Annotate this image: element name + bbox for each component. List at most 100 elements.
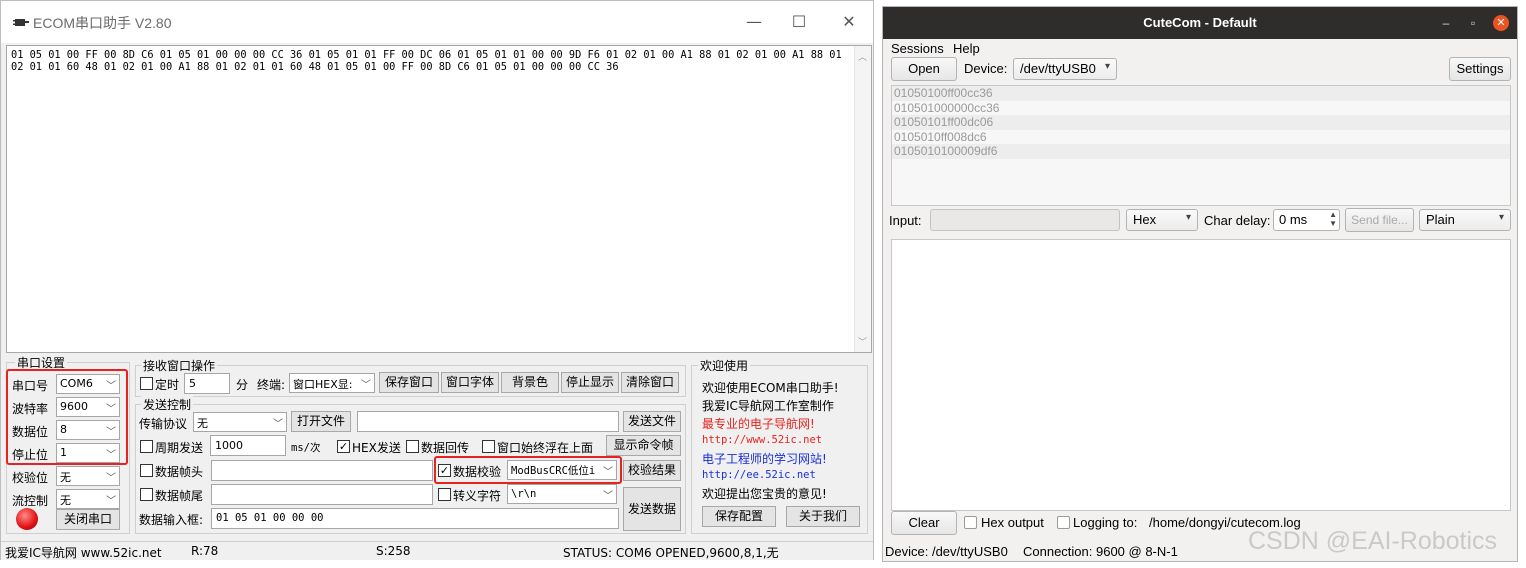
protocol-select[interactable]: 无 ﹀ — [193, 412, 287, 432]
clear-window-button[interactable]: 清除窗口 — [621, 372, 679, 393]
chevron-down-icon: ﹀ — [106, 473, 116, 484]
scroll-down-icon[interactable]: ﹀ — [858, 335, 867, 348]
log-line: 01050100ff00cc36 — [892, 86, 1510, 101]
device-label: Device: — [964, 61, 1008, 76]
status-rx-count: R:78 — [191, 544, 219, 558]
frame-tail-checkbox[interactable] — [140, 488, 153, 501]
save-config-button[interactable]: 保存配置 — [702, 506, 776, 527]
send-data-button[interactable]: 发送数据 — [623, 487, 681, 531]
log-line: 0105010100009df6 — [892, 144, 1510, 159]
frame-tail-input[interactable] — [211, 484, 433, 505]
device-select[interactable]: /dev/ttyUSB0 ▾ — [1013, 58, 1117, 80]
frame-head-checkbox[interactable] — [140, 464, 153, 477]
menu-help[interactable]: Help — [953, 41, 980, 56]
char-delay-label: Char delay: — [1204, 213, 1271, 228]
welcome-title: 欢迎使用 — [698, 357, 751, 374]
receive-scrollbar[interactable]: ︿ ﹀ — [854, 46, 871, 352]
frame-tail-label: 数据帧尾 — [155, 489, 204, 503]
cutecom-window: CuteCom - Default – ▫ ✕ Sessions Help Op… — [882, 6, 1518, 562]
file-path-input[interactable] — [357, 411, 619, 432]
chevron-down-icon: ▾ — [1185, 212, 1191, 223]
cutecom-title: CuteCom - Default — [1143, 15, 1257, 30]
chevron-down-icon: ﹀ — [361, 380, 371, 391]
log-line: 010501000000cc36 — [894, 100, 1000, 115]
open-button[interactable]: Open — [891, 57, 957, 81]
status-device: Device: /dev/ttyUSB0 — [885, 544, 1008, 559]
status-connection: Connection: 9600 @ 8-N-1 — [1023, 544, 1178, 559]
settings-button[interactable]: Settings — [1449, 57, 1511, 81]
port-status-led — [16, 508, 38, 530]
open-file-button[interactable]: 打开文件 — [291, 411, 351, 432]
log-line: 0105010ff008dc6 — [894, 129, 987, 144]
terminal-select[interactable]: 窗口HEX显: ﹀ — [289, 373, 375, 393]
receive-text-area[interactable]: 01 05 01 00 FF 00 8D C6 01 05 01 00 00 0… — [6, 45, 872, 353]
clear-button[interactable]: Clear — [891, 511, 957, 535]
protocol-label: 传输协议 — [139, 417, 188, 431]
window-font-button[interactable]: 窗口字体 — [441, 372, 499, 393]
echo-checkbox[interactable] — [406, 440, 419, 453]
send-file-button[interactable]: 发送文件 — [623, 411, 681, 432]
spin-arrows-icon[interactable]: ▲ ▼ — [1329, 210, 1337, 228]
frame-head-label: 数据帧头 — [155, 465, 204, 479]
close-icon[interactable]: ✕ — [837, 11, 861, 33]
periodic-send-checkbox[interactable] — [140, 440, 153, 453]
hex-send-label: HEX发送 — [352, 441, 401, 455]
ecom-status-bar: 我爱IC导航网 www.52ic.net R:78 S:258 STATUS: … — [1, 541, 873, 560]
checksum-result-button[interactable]: 校验结果 — [623, 460, 681, 481]
hex-send-checkbox[interactable]: ✓ — [337, 440, 350, 453]
period-unit-label: ms/次 — [291, 442, 321, 454]
welcome-link-1[interactable]: http://www.52ic.net — [702, 434, 822, 446]
about-us-button[interactable]: 关于我们 — [786, 506, 860, 527]
period-input[interactable]: 1000 — [210, 435, 286, 456]
minimize-icon[interactable]: — — [742, 11, 766, 33]
show-frame-button[interactable]: 显示命令帧 — [606, 435, 681, 456]
timer-checkbox[interactable] — [140, 377, 153, 390]
welcome-line-7: 欢迎提出您宝贵的意见! — [702, 487, 827, 501]
line-end-select[interactable]: Plain ▾ — [1419, 209, 1511, 231]
welcome-line-5: 电子工程师的学习网站! — [702, 452, 827, 466]
logging-checkbox[interactable] — [1057, 516, 1070, 529]
background-color-button[interactable]: 背景色 — [501, 372, 559, 393]
send-file-button[interactable]: Send file... — [1345, 208, 1414, 232]
output-area[interactable] — [891, 239, 1511, 511]
menu-sessions[interactable]: Sessions — [891, 41, 944, 56]
hex-output-checkbox[interactable] — [964, 516, 977, 529]
parity-select[interactable]: 无 ﹀ — [56, 466, 120, 486]
status-tx-count: S:258 — [376, 544, 411, 558]
stop-display-button[interactable]: 停止显示 — [561, 372, 619, 393]
escape-select[interactable]: \r\n ﹀ — [507, 484, 617, 504]
maximize-icon[interactable]: ☐ — [787, 11, 811, 33]
frame-head-input[interactable] — [211, 460, 433, 481]
close-port-button[interactable]: 关闭串口 — [56, 509, 120, 530]
data-input-label: 数据输入框: — [139, 513, 204, 527]
data-input[interactable]: 01 05 01 00 00 00 — [211, 508, 619, 529]
cutecom-titlebar: CuteCom - Default – ▫ ✕ — [883, 7, 1517, 39]
welcome-line-1: 欢迎使用ECOM串口助手! — [702, 381, 839, 395]
escape-checkbox[interactable] — [438, 488, 451, 501]
chevron-down-icon: ﹀ — [106, 496, 116, 507]
ecom-title: ECOM串口助手 V2.80 — [33, 15, 172, 31]
chevron-down-icon: ▾ — [1498, 212, 1504, 223]
scroll-up-icon[interactable]: ︿ — [858, 50, 867, 63]
save-window-button[interactable]: 保存窗口 — [379, 372, 439, 393]
chevron-down-icon: ▾ — [1104, 61, 1110, 72]
close-icon[interactable]: ✕ — [1493, 15, 1509, 31]
receive-text: 01 05 01 00 FF 00 8D C6 01 05 01 00 00 0… — [11, 49, 848, 73]
ecom-window: ECOM串口助手 V2.80 — ☐ ✕ 01 05 01 00 FF 00 8… — [0, 0, 874, 560]
maximize-icon[interactable]: ▫ — [1465, 15, 1481, 31]
welcome-link-2[interactable]: http://ee.52ic.net — [702, 469, 816, 481]
input-field[interactable] — [930, 209, 1120, 231]
always-on-top-checkbox[interactable] — [482, 440, 495, 453]
periodic-send-label: 周期发送 — [155, 441, 204, 455]
format-select[interactable]: Hex ▾ — [1126, 209, 1198, 231]
ecom-titlebar: ECOM串口助手 V2.80 — ☐ ✕ — [1, 1, 873, 43]
char-delay-spinbox[interactable]: 0 ms ▲ ▼ — [1273, 209, 1340, 231]
timer-label: 定时 — [155, 378, 180, 392]
echo-label: 数据回传 — [421, 441, 470, 455]
timer-input[interactable]: 5 — [184, 373, 230, 394]
parity-label: 校验位 — [12, 471, 49, 485]
minimize-icon[interactable]: – — [1438, 15, 1454, 31]
always-on-top-label: 窗口始终浮在上面 — [497, 441, 594, 455]
session-log[interactable]: 01050100ff00cc36 010501000000cc36 010501… — [891, 85, 1511, 206]
flow-select[interactable]: 无 ﹀ — [56, 489, 120, 509]
